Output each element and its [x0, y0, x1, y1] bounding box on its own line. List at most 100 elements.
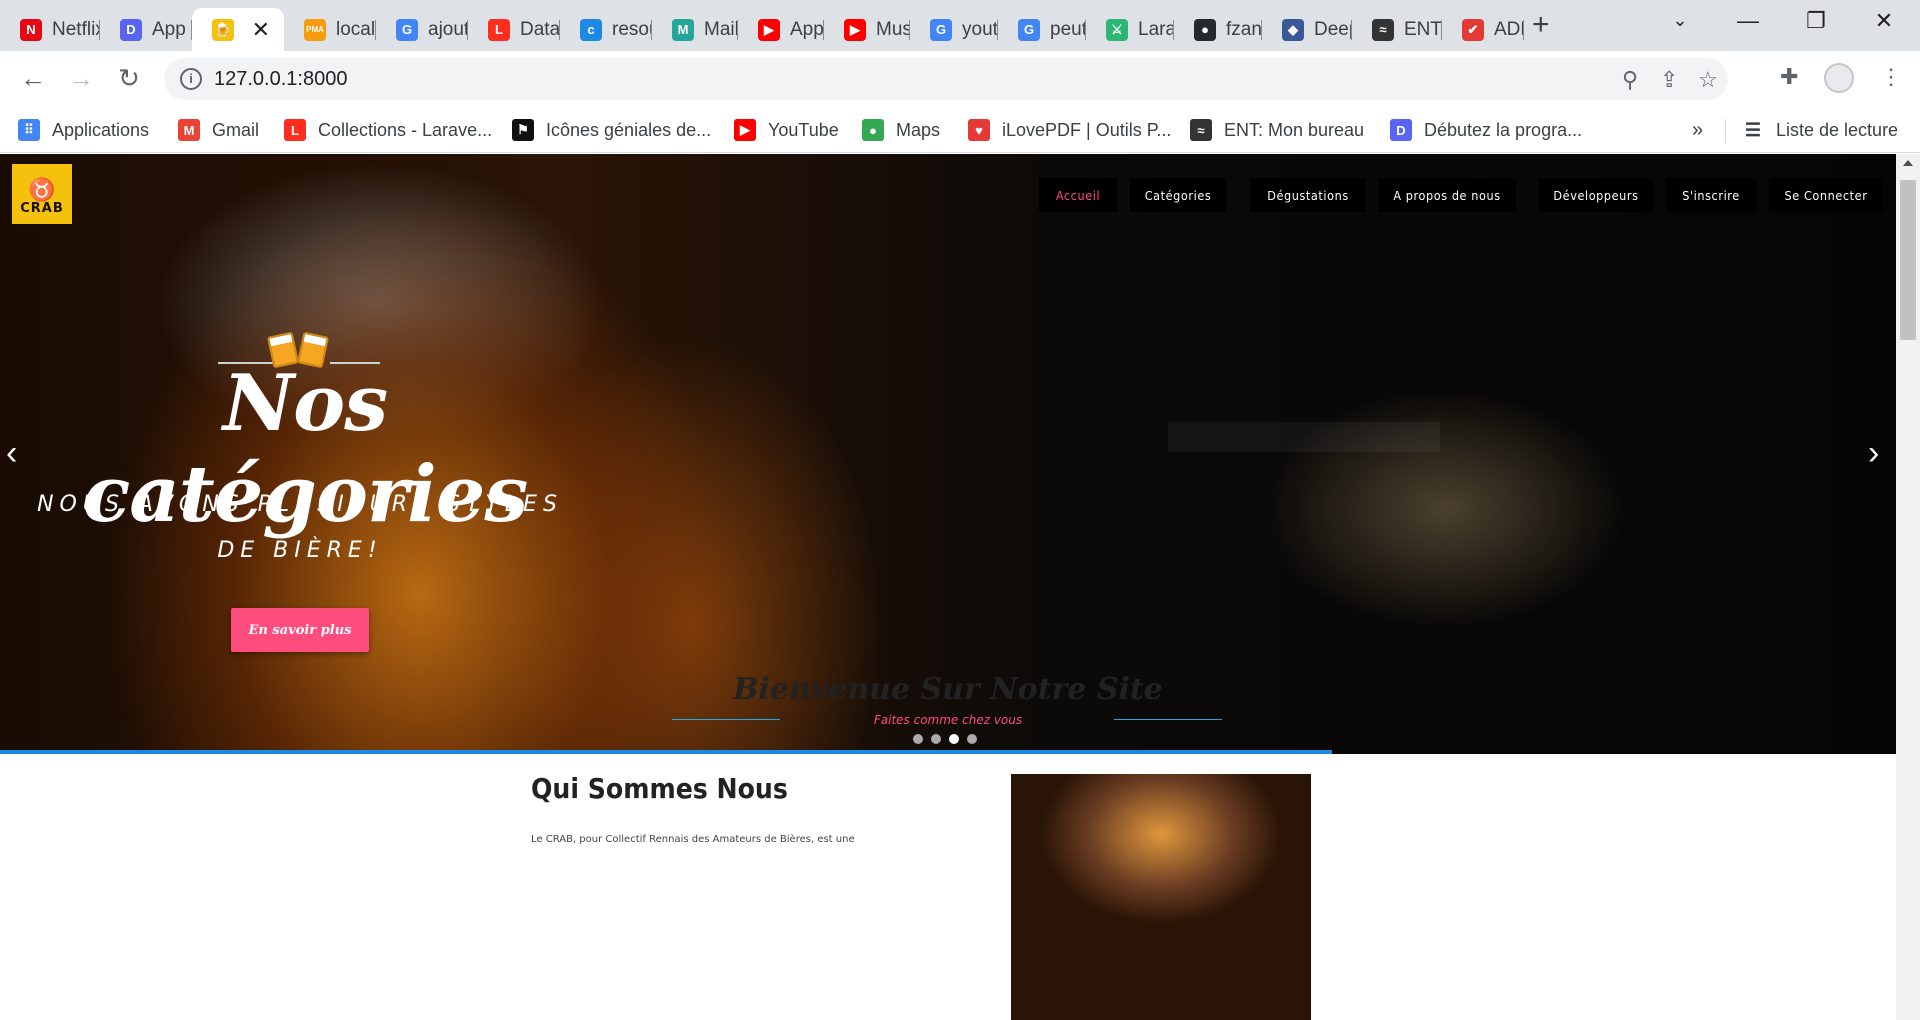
menu-icon[interactable]: ⋮ — [1880, 64, 1902, 90]
apps-grid-icon: ⠿ — [18, 119, 40, 141]
new-tab-button[interactable]: + — [1532, 10, 1550, 40]
forward-button[interactable]: → — [64, 63, 98, 94]
browser-tab[interactable]: c resource — [560, 8, 652, 51]
bookmark-label: Icônes géniales de... — [546, 119, 712, 140]
deepnote-icon: ◆ — [1282, 18, 1304, 41]
zoom-icon[interactable]: ⚲ — [1622, 67, 1638, 93]
browser-tab[interactable]: M Mail — [652, 8, 738, 51]
scroll-thumb[interactable] — [1900, 180, 1916, 340]
browser-tab[interactable]: ▶ App — [738, 8, 824, 51]
nav-signup[interactable]: S'inscrire — [1666, 178, 1756, 212]
bookmark-item[interactable]: ≈ ENT: Mon bureau — [1190, 115, 1364, 145]
bookmarks-divider — [1725, 119, 1726, 143]
laravel-icon: L — [284, 119, 306, 141]
tab-title: Music — [876, 18, 910, 40]
bookmark-item[interactable]: D Débutez la progra... — [1390, 115, 1582, 145]
carousel-prev-icon[interactable]: ‹ — [6, 434, 17, 473]
hero-subtitle: NOUS AVONS PLUSIEURS STYLES DE BIÈRE! — [37, 492, 563, 563]
site-logo-text: CRAB — [20, 201, 64, 216]
browser-tab[interactable]: L Database — [468, 8, 560, 51]
ent-icon: ≈ — [1372, 18, 1394, 41]
nav-login[interactable]: Se Connecter — [1769, 178, 1883, 212]
browser-tab[interactable]: Gyoutube — [910, 8, 998, 51]
browser-tab[interactable]: PMA localhost — [284, 8, 376, 51]
bookmark-label: Débutez la progra... — [1424, 119, 1583, 140]
bookmark-item[interactable]: M Gmail — [178, 115, 259, 145]
browser-tab[interactable]: D App — [100, 8, 192, 51]
close-tab-icon[interactable]: ✕ — [252, 17, 270, 43]
carousel-dot[interactable] — [949, 734, 959, 744]
more-bookmarks-button[interactable]: » — [1692, 115, 1703, 145]
reading-list-button[interactable]: ☰ Liste de lecture — [1742, 115, 1898, 145]
maps-icon: ● — [862, 119, 884, 141]
share-icon[interactable]: ⇪ — [1660, 67, 1678, 93]
reload-button[interactable]: ↻ — [112, 63, 146, 94]
browser-tab[interactable]: 🍺 ✕ — [192, 8, 284, 51]
nav-home[interactable]: Accueil — [1039, 178, 1117, 212]
minimize-button[interactable]: — — [1728, 8, 1768, 34]
github-icon: ● — [1194, 18, 1216, 41]
site-logo[interactable]: ♉ CRAB — [12, 164, 72, 224]
tab-title: Deepnote — [1314, 18, 1352, 40]
bookmark-item[interactable]: ⠿ Applications — [18, 115, 149, 145]
browser-tab[interactable]: Gajouter — [376, 8, 468, 51]
tab-title: resource — [612, 18, 652, 40]
site-info-icon[interactable]: i — [180, 68, 202, 90]
tab-title: Database — [520, 18, 560, 40]
tab-title: Netflix — [52, 18, 100, 40]
bookmark-item[interactable]: ▶ YouTube — [734, 115, 839, 145]
about-title: Qui Sommes Nous — [531, 772, 788, 805]
browser-tab[interactable]: N Netflix — [0, 8, 100, 51]
about-text: Le CRAB, pour Collectif Rennais des Amat… — [531, 834, 855, 845]
mail-icon: M — [672, 18, 694, 41]
browser-tab[interactable]: Gpeut — [998, 8, 1086, 51]
back-button[interactable]: ← — [16, 63, 50, 94]
nav-about[interactable]: A propos de nous — [1378, 178, 1516, 212]
url-input[interactable] — [212, 62, 1112, 96]
browser-tab[interactable]: ✔ ADE — [1442, 8, 1524, 51]
hero-carousel: ♉ CRAB Accueil Catégories Dégustations A… — [0, 154, 1896, 754]
browser-tab[interactable]: ● fzanga — [1174, 8, 1262, 51]
nav-categories[interactable]: Catégories — [1130, 178, 1226, 212]
close-window-button[interactable]: ✕ — [1864, 8, 1904, 34]
bookmark-label: ENT: Mon bureau — [1224, 119, 1365, 140]
nav-tastings[interactable]: Dégustations — [1250, 178, 1366, 212]
bookmark-item[interactable]: ● Maps — [862, 115, 940, 145]
bookmark-item[interactable]: ♥ iLovePDF | Outils P... — [968, 115, 1171, 145]
youtube-icon: ▶ — [758, 18, 780, 41]
restore-button[interactable]: ❐ — [1796, 8, 1836, 34]
browser-tab[interactable]: ▶ Music — [824, 8, 910, 51]
learn-more-button[interactable]: En savoir plus — [231, 608, 369, 652]
tab-title: Mail — [704, 18, 738, 40]
bookmark-item[interactable]: L Collections - Larave... — [284, 115, 492, 145]
extensions-icon[interactable]: ✚ — [1780, 64, 1798, 90]
gmail-icon: M — [178, 119, 200, 141]
carousel-dot[interactable] — [967, 734, 977, 744]
ent-icon: ≈ — [1190, 119, 1212, 141]
phpmyadmin-icon: PMA — [304, 18, 326, 41]
bookmark-star-icon[interactable]: ☆ — [1698, 67, 1718, 93]
browser-tab[interactable]: ≈ ENT — [1352, 8, 1442, 51]
app-icon: D — [120, 18, 142, 41]
carousel-dot[interactable] — [913, 734, 923, 744]
nav-developers[interactable]: Développeurs — [1539, 178, 1653, 212]
ilovepdf-icon: ♥ — [968, 119, 990, 141]
page-scrollbar[interactable] — [1896, 154, 1920, 1020]
tab-title: App — [152, 18, 186, 40]
address-bar[interactable]: i ⚲ ⇪ ☆ — [164, 58, 1728, 100]
browser-tab[interactable]: ⚔ Laravel — [1086, 8, 1174, 51]
tab-title: localhost — [336, 18, 376, 40]
scroll-up-icon[interactable] — [1903, 160, 1913, 166]
tab-search-icon[interactable]: ⌄ — [1660, 10, 1700, 31]
carousel-dot[interactable] — [931, 734, 941, 744]
about-image — [1011, 774, 1311, 1020]
fontawesome-icon: ⚑ — [512, 119, 534, 141]
bookmark-label: Collections - Larave... — [318, 119, 493, 140]
ade-icon: ✔ — [1462, 18, 1484, 41]
browser-tab[interactable]: ◆ Deepnote — [1262, 8, 1352, 51]
carousel-next-icon[interactable]: › — [1868, 434, 1879, 473]
bookmark-item[interactable]: ⚑ Icônes géniales de... — [512, 115, 711, 145]
crab-icon: ♉ — [28, 177, 56, 202]
profile-avatar[interactable] — [1824, 63, 1854, 93]
tab-title: youtube — [962, 18, 998, 40]
